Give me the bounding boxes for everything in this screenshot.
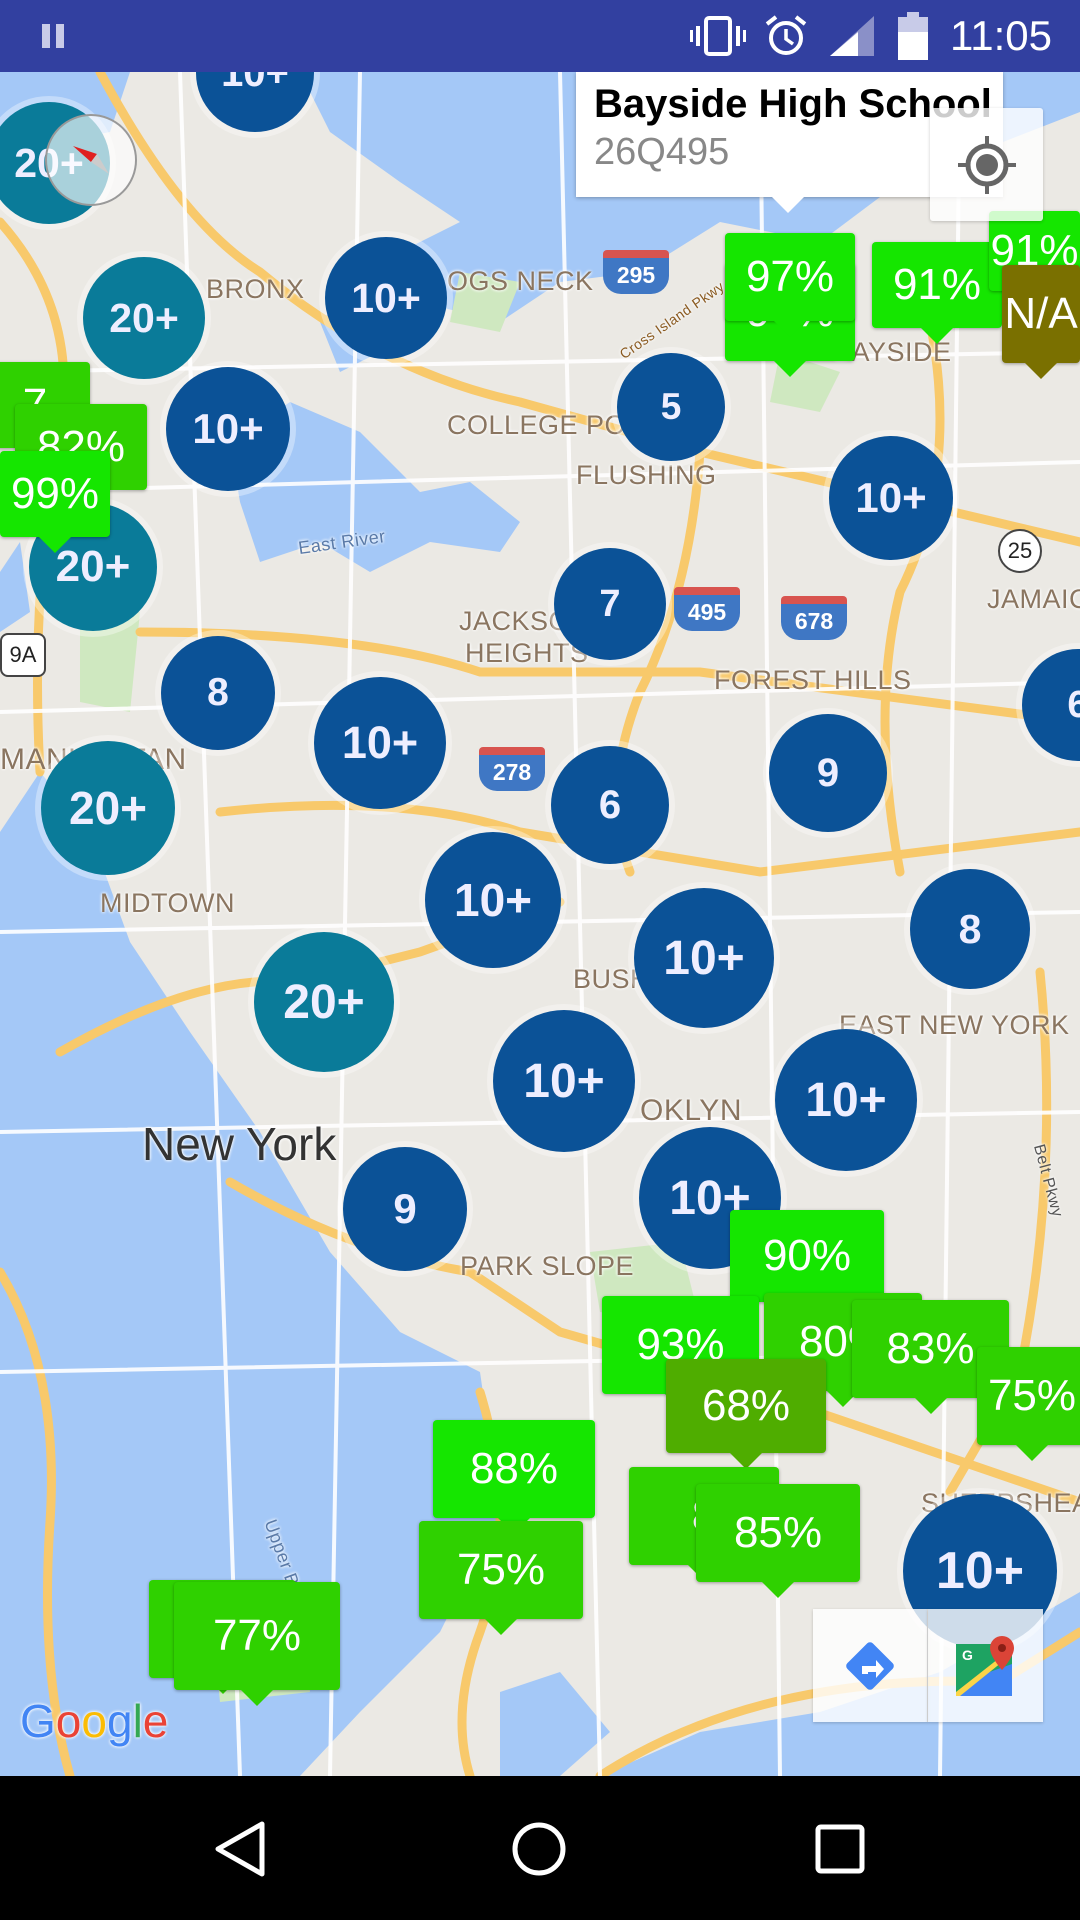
alarm-icon [765,15,807,55]
school-cluster[interactable]: 5 [617,353,725,461]
my-location-button[interactable] [930,108,1043,221]
svg-text:G: G [962,1647,973,1663]
pause-icon [42,24,66,48]
school-marker[interactable]: 97% [725,233,855,337]
map-label-jamaica: JAMAIC [987,584,1080,614]
highway-shield-295: 295 [603,250,669,294]
school-cluster[interactable]: 9 [769,714,887,832]
route-shield-9a: 9A [0,633,46,677]
map-label-new-york: New York [142,1118,337,1170]
map-label-college-point: COLLEGE POI [447,410,635,440]
school-cluster[interactable]: 10+ [775,1029,917,1171]
school-cluster[interactable]: 10+ [493,1010,635,1152]
battery-icon [898,12,928,60]
open-in-google-maps-button[interactable]: G [928,1609,1043,1722]
school-cluster[interactable]: 9 [343,1147,467,1271]
school-marker[interactable]: 88% [433,1420,595,1534]
highway-shield-278: 278 [479,747,545,791]
google-maps-icon: G [955,1635,1014,1696]
map-view[interactable]: BRONX OGS NECK COLLEGE POI FLUSHING BAYS… [0,72,1080,1776]
school-cluster[interactable]: 8 [161,636,275,750]
map-label-throgs-neck: OGS NECK [447,266,594,296]
vibrate-icon [690,16,746,56]
map-label-bronx: BRONX [206,274,305,304]
school-cluster[interactable]: 10+ [425,832,561,968]
google-logo: Google [20,1695,169,1747]
school-cluster[interactable]: 10+ [829,436,953,560]
school-cluster[interactable]: 10+ [166,367,290,491]
school-cluster[interactable]: 10+ [634,888,774,1028]
school-cluster[interactable]: 10+ [325,237,447,359]
route-shield-25: 25 [998,529,1042,573]
school-marker[interactable]: 75% [419,1521,583,1635]
school-cluster[interactable]: 6 [551,746,669,864]
highway-shield-678: 678 [781,596,847,640]
school-marker[interactable]: 91% [872,242,1002,344]
clock: 11:05 [950,12,1052,59]
map-label-forest-hills: FOREST HILLS [714,665,912,695]
map-label-park-slope: PARK SLOPE [460,1251,635,1281]
school-cluster[interactable]: 20+ [83,257,205,379]
back-icon[interactable] [212,1820,268,1878]
status-bar: 11:05 [0,0,1080,72]
school-marker[interactable]: 99% [0,451,110,553]
school-marker[interactable]: 90% [730,1210,884,1318]
school-marker[interactable]: 75% [977,1347,1080,1461]
directions-icon [846,1641,894,1690]
navigation-bar [0,1776,1080,1920]
school-cluster[interactable]: 7 [554,548,666,660]
map-label-brooklyn: OKLYN [640,1094,742,1127]
school-cluster[interactable]: 20+ [254,932,394,1072]
school-marker[interactable]: 77% [174,1582,340,1706]
compass-icon [73,146,109,174]
school-marker[interactable]: 85% [696,1484,860,1598]
directions-button[interactable] [813,1609,928,1722]
map-toolbar: G [813,1609,1043,1722]
my-location-icon [957,135,1016,194]
compass-button[interactable] [45,114,137,206]
map-label-flushing: FLUSHING [576,460,717,490]
school-cluster[interactable]: 10+ [314,677,446,809]
signal-icon [830,16,874,56]
school-cluster[interactable]: 20+ [41,741,175,875]
highway-shield-495: 495 [674,587,740,631]
school-marker[interactable]: N/A [1002,265,1080,379]
school-marker[interactable]: 68% [666,1359,826,1469]
home-icon[interactable] [511,1821,567,1877]
map-label-midtown: MIDTOWN [100,888,235,918]
school-cluster[interactable]: 8 [910,869,1030,989]
recents-icon[interactable] [815,1824,865,1874]
